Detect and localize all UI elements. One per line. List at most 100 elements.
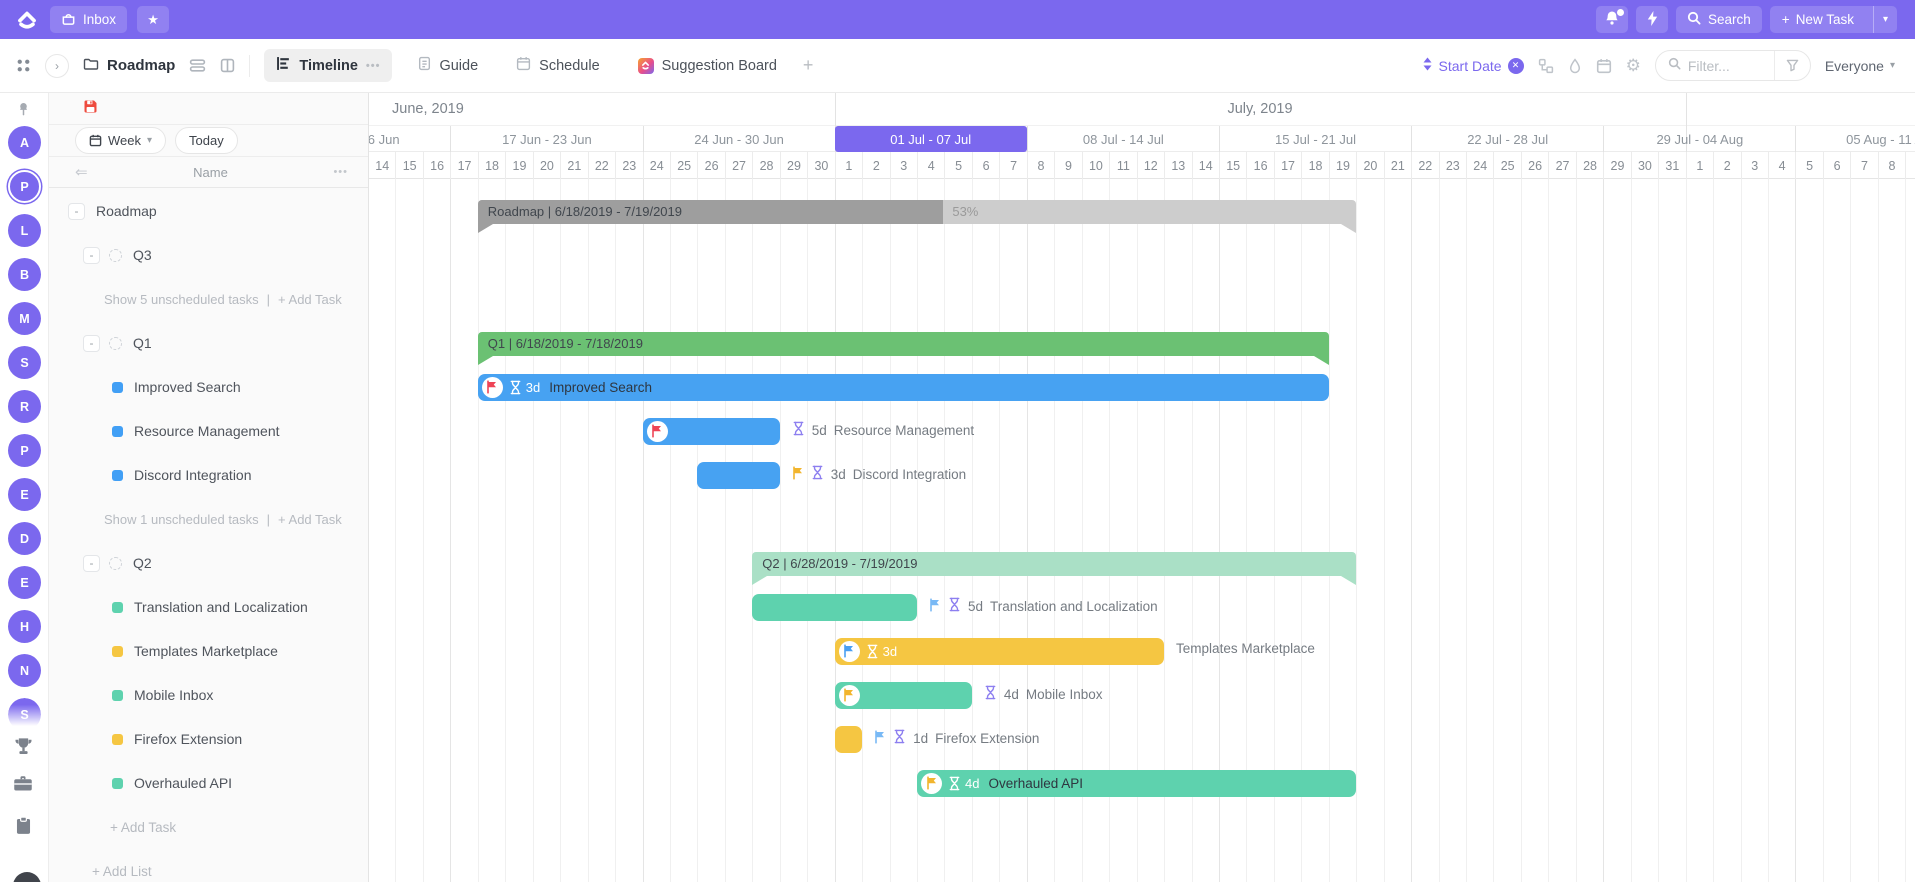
notifications-button[interactable] bbox=[1596, 6, 1628, 33]
mobile-inbox-bar[interactable] bbox=[835, 682, 972, 709]
quick-actions-button[interactable] bbox=[1636, 6, 1668, 33]
avatar[interactable]: R bbox=[8, 390, 41, 423]
avatar[interactable]: D bbox=[8, 522, 41, 555]
timeline-day-cell: 26 bbox=[1521, 152, 1548, 179]
week-zoom-button[interactable]: Week ▾ bbox=[75, 127, 166, 154]
avatar[interactable]: M bbox=[8, 302, 41, 335]
help-button[interactable] bbox=[13, 872, 41, 882]
avatar[interactable]: N bbox=[8, 654, 41, 687]
avatar[interactable]: P bbox=[8, 170, 41, 203]
show-unscheduled-row[interactable]: Show 1 unscheduled tasks | + Add Task bbox=[49, 501, 368, 537]
tree-group-row[interactable]: - Q3 bbox=[49, 237, 368, 273]
tab-timeline[interactable]: Timeline ••• bbox=[264, 49, 392, 82]
timeline-day-cell: 23 bbox=[1439, 152, 1466, 179]
tab-schedule[interactable]: Schedule bbox=[504, 49, 611, 82]
roadmap-project-bar[interactable]: 53%Roadmap | 6/18/2019 - 7/19/2019 bbox=[478, 200, 1356, 224]
avatar[interactable]: L bbox=[8, 214, 41, 247]
new-task-caret[interactable]: ▾ bbox=[1873, 6, 1897, 33]
subtasks-icon[interactable] bbox=[1538, 58, 1554, 74]
tree-task-row[interactable]: Translation and Localization bbox=[49, 589, 368, 625]
tree-task-row[interactable]: Firefox Extension bbox=[49, 721, 368, 757]
tree-project-row[interactable]: - Roadmap bbox=[49, 193, 368, 229]
briefcase-icon[interactable] bbox=[13, 774, 33, 797]
pin-icon[interactable] bbox=[15, 101, 32, 123]
clipboard-icon[interactable] bbox=[15, 816, 32, 840]
avatar[interactable]: A bbox=[8, 126, 41, 159]
avatar[interactable]: E bbox=[8, 566, 41, 599]
add-list-link[interactable]: + Add List bbox=[92, 864, 152, 879]
columns-menu-icon[interactable]: ••• bbox=[333, 166, 348, 178]
avatar[interactable]: S bbox=[8, 346, 41, 379]
collapse-toggle[interactable]: - bbox=[83, 247, 100, 264]
water-drop-icon[interactable] bbox=[1568, 58, 1582, 74]
firefox-extension-bar[interactable] bbox=[835, 726, 862, 753]
add-task-link[interactable]: + Add Task bbox=[278, 512, 342, 527]
clear-sort-icon[interactable]: ✕ bbox=[1508, 58, 1524, 74]
status-circle-icon[interactable] bbox=[109, 557, 122, 570]
favorites-button[interactable]: ★ bbox=[137, 6, 169, 33]
avatar[interactable]: H bbox=[8, 610, 41, 643]
tab-suggestion-board[interactable]: Suggestion Board bbox=[626, 51, 789, 81]
collapse-toggle[interactable]: - bbox=[83, 335, 100, 352]
project-bar-label: Roadmap | 6/18/2019 - 7/19/2019 bbox=[488, 200, 682, 224]
q2-project-bar[interactable]: Q2 | 6/28/2019 - 7/19/2019 bbox=[752, 552, 1356, 576]
tab-menu-dots[interactable]: ••• bbox=[366, 60, 381, 72]
tree-task-row[interactable]: Templates Marketplace bbox=[49, 633, 368, 669]
translation-localization-bar[interactable] bbox=[752, 594, 917, 621]
gear-icon[interactable]: ⚙ bbox=[1626, 56, 1641, 76]
search-button[interactable]: Search bbox=[1676, 6, 1762, 33]
tab-guide[interactable]: Guide bbox=[406, 49, 490, 82]
inbox-button[interactable]: Inbox bbox=[50, 6, 127, 33]
add-task-row[interactable]: + Add Task bbox=[49, 809, 368, 845]
add-view-button[interactable]: + bbox=[803, 55, 814, 76]
task-name-label: Overhauled API bbox=[134, 775, 232, 791]
new-task-button[interactable]: + New Task ▾ bbox=[1770, 6, 1897, 33]
status-circle-icon[interactable] bbox=[109, 249, 122, 262]
show-unscheduled-label[interactable]: Show 5 unscheduled tasks bbox=[104, 292, 259, 307]
board-view-icon[interactable] bbox=[220, 58, 235, 73]
tree-task-row[interactable]: Mobile Inbox bbox=[49, 677, 368, 713]
chevron-down-icon: ▾ bbox=[1890, 60, 1895, 71]
hourglass-icon bbox=[792, 421, 805, 439]
funnel-icon[interactable] bbox=[1774, 51, 1810, 80]
show-unscheduled-label[interactable]: Show 1 unscheduled tasks bbox=[104, 512, 259, 527]
improved-search-bar[interactable]: 3dImproved Search bbox=[478, 374, 1329, 401]
add-task-link[interactable]: + Add Task bbox=[110, 820, 176, 835]
collapse-toggle[interactable]: - bbox=[68, 203, 85, 220]
save-icon[interactable] bbox=[83, 99, 98, 119]
timeline-day-cell: 28 bbox=[752, 152, 779, 179]
apps-grid-icon[interactable] bbox=[16, 58, 31, 73]
tree-task-row[interactable]: Discord Integration bbox=[49, 457, 368, 493]
show-unscheduled-row[interactable]: Show 5 unscheduled tasks | + Add Task bbox=[49, 281, 368, 317]
clickup-logo-icon[interactable] bbox=[14, 7, 40, 33]
templates-marketplace-bar[interactable]: 3d bbox=[835, 638, 1164, 665]
q1-project-bar[interactable]: Q1 | 6/18/2019 - 7/18/2019 bbox=[478, 332, 1329, 356]
tree-task-row[interactable]: Resource Management bbox=[49, 413, 368, 449]
filter-input[interactable] bbox=[1688, 58, 1764, 74]
collapse-columns-icon[interactable]: ⇐ bbox=[75, 163, 88, 181]
today-button[interactable]: Today bbox=[175, 127, 238, 154]
sort-start-date[interactable]: Start Date ✕ bbox=[1422, 57, 1524, 74]
overhauled-api-bar[interactable]: 4dOverhauled API bbox=[917, 770, 1356, 797]
trophy-icon[interactable] bbox=[13, 737, 34, 761]
toolbar-divider bbox=[249, 55, 250, 77]
status-circle-icon[interactable] bbox=[109, 337, 122, 350]
tree-group-row[interactable]: - Q2 bbox=[49, 545, 368, 581]
add-list-row[interactable]: + Add List bbox=[49, 853, 368, 882]
list-view-icon[interactable] bbox=[189, 58, 206, 73]
resource-management-bar[interactable] bbox=[643, 418, 780, 445]
grid-line bbox=[697, 179, 698, 882]
tree-group-row[interactable]: - Q1 bbox=[49, 325, 368, 361]
add-task-link[interactable]: + Add Task bbox=[278, 292, 342, 307]
calendar-small-icon[interactable] bbox=[1596, 58, 1612, 74]
discord-integration-bar[interactable] bbox=[697, 462, 779, 489]
tree-task-row[interactable]: Overhauled API bbox=[49, 765, 368, 801]
assignee-filter[interactable]: Everyone ▾ bbox=[1825, 58, 1895, 74]
collapse-toggle[interactable]: - bbox=[83, 555, 100, 572]
avatar[interactable]: S bbox=[8, 698, 41, 731]
avatar[interactable]: B bbox=[8, 258, 41, 291]
avatar[interactable]: E bbox=[8, 478, 41, 511]
avatar[interactable]: P bbox=[8, 434, 41, 467]
expand-sidebar-button[interactable]: › bbox=[45, 54, 69, 78]
tree-task-row[interactable]: Improved Search bbox=[49, 369, 368, 405]
